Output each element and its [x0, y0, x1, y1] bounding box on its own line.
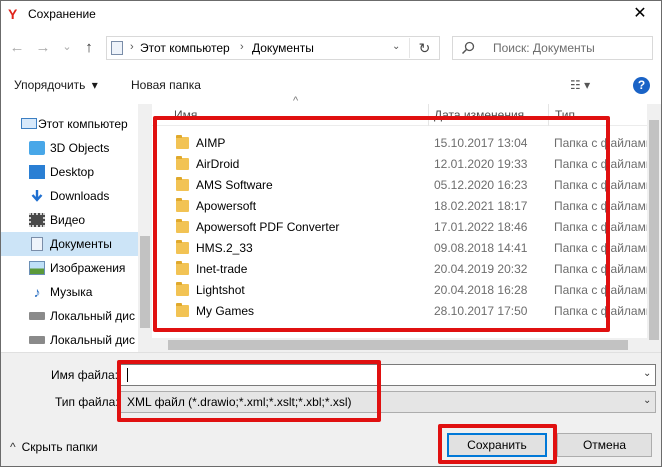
sidebar-item-label: Локальный дис: [50, 333, 135, 347]
search-box[interactable]: Поиск: Документы: [452, 36, 653, 60]
sort-ascending-icon: ^: [293, 95, 299, 107]
window-title: Сохранение: [28, 7, 96, 21]
sidebar-item-label: Изображения: [50, 261, 126, 275]
help-icon[interactable]: ?: [633, 77, 650, 94]
video-icon: [29, 213, 45, 227]
desktop-icon: [29, 165, 45, 179]
filetype-chevron-icon[interactable]: ⌄: [643, 395, 651, 406]
address-bar[interactable]: › Этот компьютер › Документы ⌄ ↻: [106, 36, 440, 60]
downloads-icon: [31, 190, 43, 202]
organize-dropdown-icon: ▾: [91, 78, 98, 92]
breadcrumb-separator-icon: ›: [130, 41, 134, 53]
recent-locations-chevron-icon[interactable]: ⌄: [58, 38, 76, 56]
sidebar-item-desktop[interactable]: Desktop: [1, 160, 139, 184]
organize-button[interactable]: Упорядочить ▾: [14, 78, 98, 92]
sidebar-item-label: Видео: [50, 213, 86, 227]
sidebar-item-local-disk-2[interactable]: Локальный дис: [1, 328, 139, 352]
sidebar-item-label: Downloads: [50, 189, 110, 203]
sidebar-item-music[interactable]: ♪ Музыка: [1, 280, 139, 304]
new-folder-button[interactable]: Новая папка: [131, 78, 201, 92]
breadcrumb-separator-icon: ›: [240, 41, 244, 53]
breadcrumb-documents[interactable]: Документы: [252, 41, 314, 55]
breadcrumb-this-pc[interactable]: Этот компьютер: [140, 41, 230, 55]
file-list-scrollbar-thumb[interactable]: [649, 120, 659, 340]
search-placeholder: Поиск: Документы: [493, 41, 595, 55]
hide-folders-toggle[interactable]: ^ Скрыть папки: [10, 440, 98, 454]
document-location-icon: [111, 41, 123, 55]
refresh-icon[interactable]: ↻: [409, 38, 439, 58]
yandex-browser-icon: Y: [8, 6, 18, 22]
title-bar: [1, 1, 661, 29]
sidebar-item-label: Этот компьютер: [38, 117, 128, 131]
organize-label: Упорядочить: [14, 78, 86, 92]
hide-folders-label: Скрыть папки: [21, 440, 98, 454]
horizontal-scrollbar-thumb[interactable]: [168, 340, 628, 350]
pictures-icon: [29, 261, 45, 275]
documents-icon: [31, 237, 43, 251]
filename-history-chevron-icon[interactable]: ⌄: [643, 368, 651, 379]
sidebar-item-label: Музыка: [50, 285, 93, 299]
view-options-icon[interactable]: ☷ ▾: [570, 78, 590, 92]
sidebar-item-pictures[interactable]: Изображения: [1, 256, 139, 280]
sidebar-item-video[interactable]: Видео: [1, 208, 139, 232]
search-icon: [461, 41, 475, 55]
forward-arrow-icon[interactable]: →: [34, 39, 52, 57]
annotation-highlight-filename-filetype: [117, 360, 381, 422]
drive-icon: [29, 312, 45, 320]
drive-icon: [29, 336, 45, 344]
sidebar-item-label: Desktop: [50, 165, 95, 179]
sidebar-item-downloads[interactable]: Downloads: [1, 184, 139, 208]
navigation-scrollbar-thumb[interactable]: [140, 236, 150, 328]
annotation-highlight-save-button: [438, 424, 557, 464]
sidebar-item-local-disk-1[interactable]: Локальный дис: [1, 304, 139, 328]
sidebar-item-label: Локальный дис: [50, 309, 135, 323]
collapse-chevron-icon: ^: [10, 440, 16, 454]
sidebar-item-label: 3D Objects: [50, 141, 110, 155]
close-icon[interactable]: ✕: [628, 3, 652, 25]
sidebar-item-label: Документы: [50, 237, 112, 251]
address-dropdown-icon[interactable]: ⌄: [392, 41, 400, 52]
cancel-button[interactable]: Отмена: [557, 433, 652, 457]
up-arrow-icon[interactable]: ↑: [80, 39, 98, 57]
back-arrow-icon[interactable]: ←: [8, 39, 26, 57]
3d-objects-icon: [29, 141, 45, 155]
filetype-label: Тип файла:: [55, 395, 119, 409]
navigation-pane: Этот компьютер 3D Objects Desktop Downlo…: [1, 104, 151, 352]
sidebar-item-3d-objects[interactable]: 3D Objects: [1, 136, 139, 160]
sidebar-item-this-pc[interactable]: Этот компьютер: [1, 112, 139, 136]
computer-icon: [21, 118, 37, 129]
annotation-highlight-file-list: [153, 116, 610, 332]
sidebar-item-documents[interactable]: Документы: [1, 232, 139, 256]
filename-label: Имя файла:: [51, 368, 118, 382]
music-icon: ♪: [33, 284, 41, 300]
